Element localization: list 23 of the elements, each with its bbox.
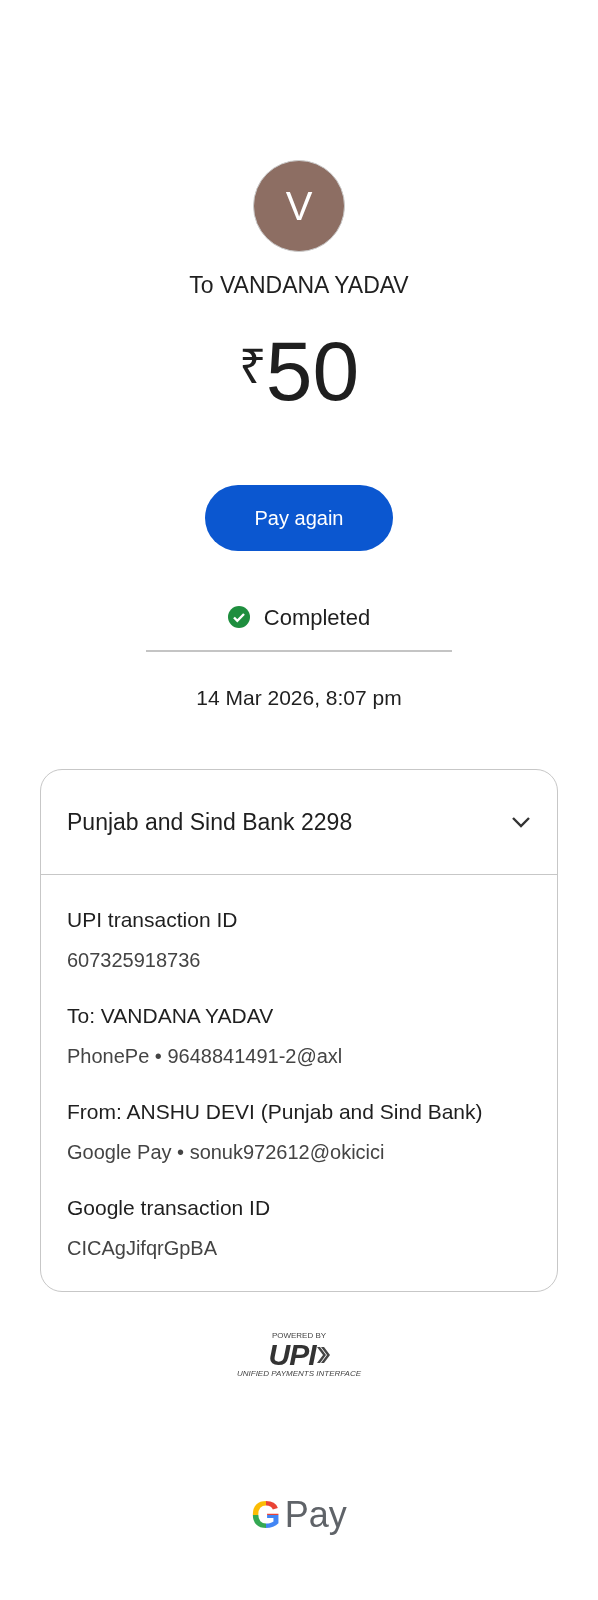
transaction-datetime: 14 Mar 2026, 8:07 pm [196,684,402,711]
detail-value: Google Pay • sonuk972612@okicici [67,1140,386,1165]
detail-label: To: VANDANA YADAV [67,1003,275,1029]
account-name: Punjab and Sind Bank 2298 [67,807,353,837]
avatar: V [253,160,345,252]
pay-again-button[interactable]: Pay again [205,484,393,551]
status-label: Completed [263,603,371,632]
logo-caption: UNIFIED PAYMENTS INTERFACE [237,1370,361,1378]
detail-label: UPI transaction ID [67,907,239,933]
account-header[interactable]: Punjab and Sind Bank 2298 [41,770,557,875]
arrow-icon [315,1345,330,1365]
detail-label: Google transaction ID [67,1195,272,1221]
currency-symbol: ₹ [238,342,266,391]
detail-label: From: ANSHU DEVI (Punjab and Sind Bank) [67,1099,484,1125]
chevron-icon [511,816,531,828]
logo-caption: POWERED BY [271,1332,327,1340]
detail-value: PhonePe • 9648841491-2@axl [67,1044,344,1069]
pay-wordmark: Pay [284,1497,347,1533]
amount: 50 [265,328,360,413]
recipient-name: To VANDANA YADAV [189,271,409,300]
detail-value: CICAgJifqrGpBA [67,1236,219,1261]
upi-wordmark: UPI [268,1340,316,1370]
detail-value: 607325918736 [67,948,202,973]
